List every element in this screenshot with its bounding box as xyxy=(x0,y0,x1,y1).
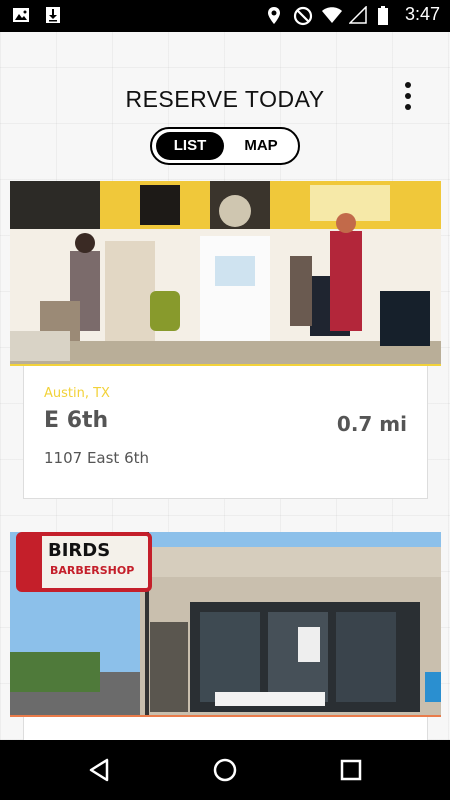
battery-icon xyxy=(377,5,395,25)
status-right-icons: 3:47 xyxy=(265,4,440,25)
location-icon xyxy=(265,6,283,24)
location-card[interactable]: Austin, TX E 6th 0.7 mi 1107 East 6th xyxy=(10,181,441,499)
status-bar: 3:47 xyxy=(0,0,450,32)
home-icon xyxy=(210,758,240,789)
location-info: Austin, TX E 6th 0.7 mi 1107 East 6th xyxy=(23,366,428,499)
navigation-bar xyxy=(0,740,450,800)
tab-map[interactable]: MAP xyxy=(228,132,294,160)
page-title: RESERVE TODAY xyxy=(125,86,325,112)
status-time: 3:47 xyxy=(404,4,440,24)
location-city: Austin, TX xyxy=(44,386,110,401)
sign-title: BIRDS xyxy=(48,540,111,561)
signal-icon xyxy=(348,4,367,24)
view-toggle: LIST MAP xyxy=(150,127,300,165)
wifi-icon xyxy=(321,6,342,24)
location-photo: BIRDS BARBERSHOP xyxy=(10,532,441,717)
image-icon xyxy=(12,6,30,24)
back-icon xyxy=(85,758,115,789)
more-options-button[interactable] xyxy=(398,80,418,114)
sign-subtitle: BARBERSHOP xyxy=(50,564,135,577)
location-address: 1107 East 6th xyxy=(44,449,150,467)
home-button[interactable] xyxy=(210,755,240,785)
location-card[interactable]: BIRDS BARBERSHOP xyxy=(10,532,441,747)
location-distance: 0.7 mi xyxy=(336,412,407,436)
location-name: E 6th xyxy=(44,408,109,433)
status-left-icons xyxy=(12,6,62,24)
recents-icon xyxy=(336,759,366,789)
tab-list[interactable]: LIST xyxy=(156,132,224,160)
back-button[interactable] xyxy=(85,755,115,785)
download-icon xyxy=(44,6,62,24)
recents-button[interactable] xyxy=(336,755,366,785)
do-not-disturb-icon xyxy=(293,6,313,25)
location-photo xyxy=(10,181,441,366)
